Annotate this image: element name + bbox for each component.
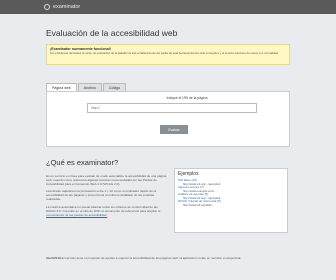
evaluate-button[interactable]: Evaluar (160, 125, 188, 134)
page-title: Evaluación de la accesibilidad web (46, 28, 178, 38)
paragraph: Es un servicio en línea para evaluar de … (46, 174, 167, 187)
logo-text: examinator (53, 4, 81, 10)
paragraph-text: La métrica automática no puede abarcar t… (46, 204, 161, 213)
section-title: ¿Qué es examinator? (46, 158, 119, 167)
examples-box: Ejemplos SIN fallos (10) http://www.w3.o… (174, 168, 288, 233)
description-column: Es un servicio en línea para evaluar de … (46, 174, 168, 220)
url-input[interactable]: http:// (87, 103, 257, 113)
bottom-text: El servicio tiene el propósito de ayudar… (61, 256, 242, 260)
notice-box: ¡Examinator nuevamente funcional! Los pr… (46, 44, 290, 65)
example-url: http://www.w3.org/WAI/... (183, 202, 215, 207)
logo-icon (44, 4, 50, 10)
paragraph: examinator adjudica una puntuación entre… (46, 189, 157, 202)
bottom-section: Abril/2019 El servicio tiene el propósit… (46, 256, 290, 263)
paragraph: Abril/2019 El servicio tiene el propósit… (46, 256, 290, 260)
url-label: Indique el URI de la página (166, 96, 208, 100)
paragraph: La métrica automática no puede abarcar t… (46, 205, 168, 217)
top-bar: examinator (0, 0, 336, 14)
bottom-heading: Abril/2019 (46, 256, 61, 260)
url-form-panel: Indique el URI de la página http:// Eval… (46, 91, 290, 147)
logo[interactable]: examinator (44, 4, 80, 10)
notice-text: Los problemas derivados al motor de eval… (50, 51, 279, 55)
guidelines-link[interactable]: conocimiento de las pautas de accesibili… (46, 213, 107, 217)
examples-title: Ejemplos (178, 171, 199, 177)
